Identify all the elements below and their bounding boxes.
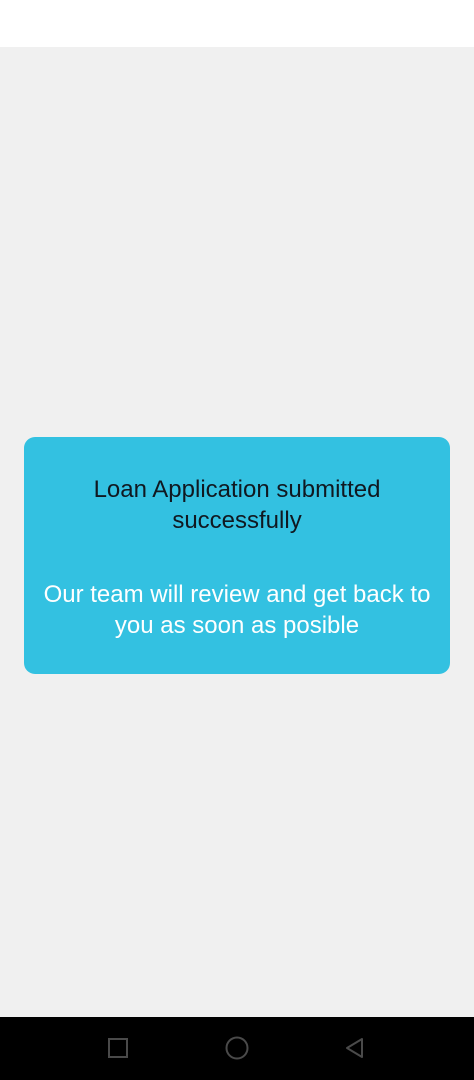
circle-icon [225,1036,249,1060]
home-button[interactable] [217,1031,257,1065]
recents-button[interactable] [98,1031,138,1065]
square-icon [108,1038,128,1058]
dialog-title: Loan Application submitted successfully [93,476,381,534]
dialog-message: Our team will review and get back to you… [43,581,431,639]
back-button[interactable] [335,1031,375,1065]
triangle-back-icon [346,1038,363,1058]
status-bar [0,0,474,47]
